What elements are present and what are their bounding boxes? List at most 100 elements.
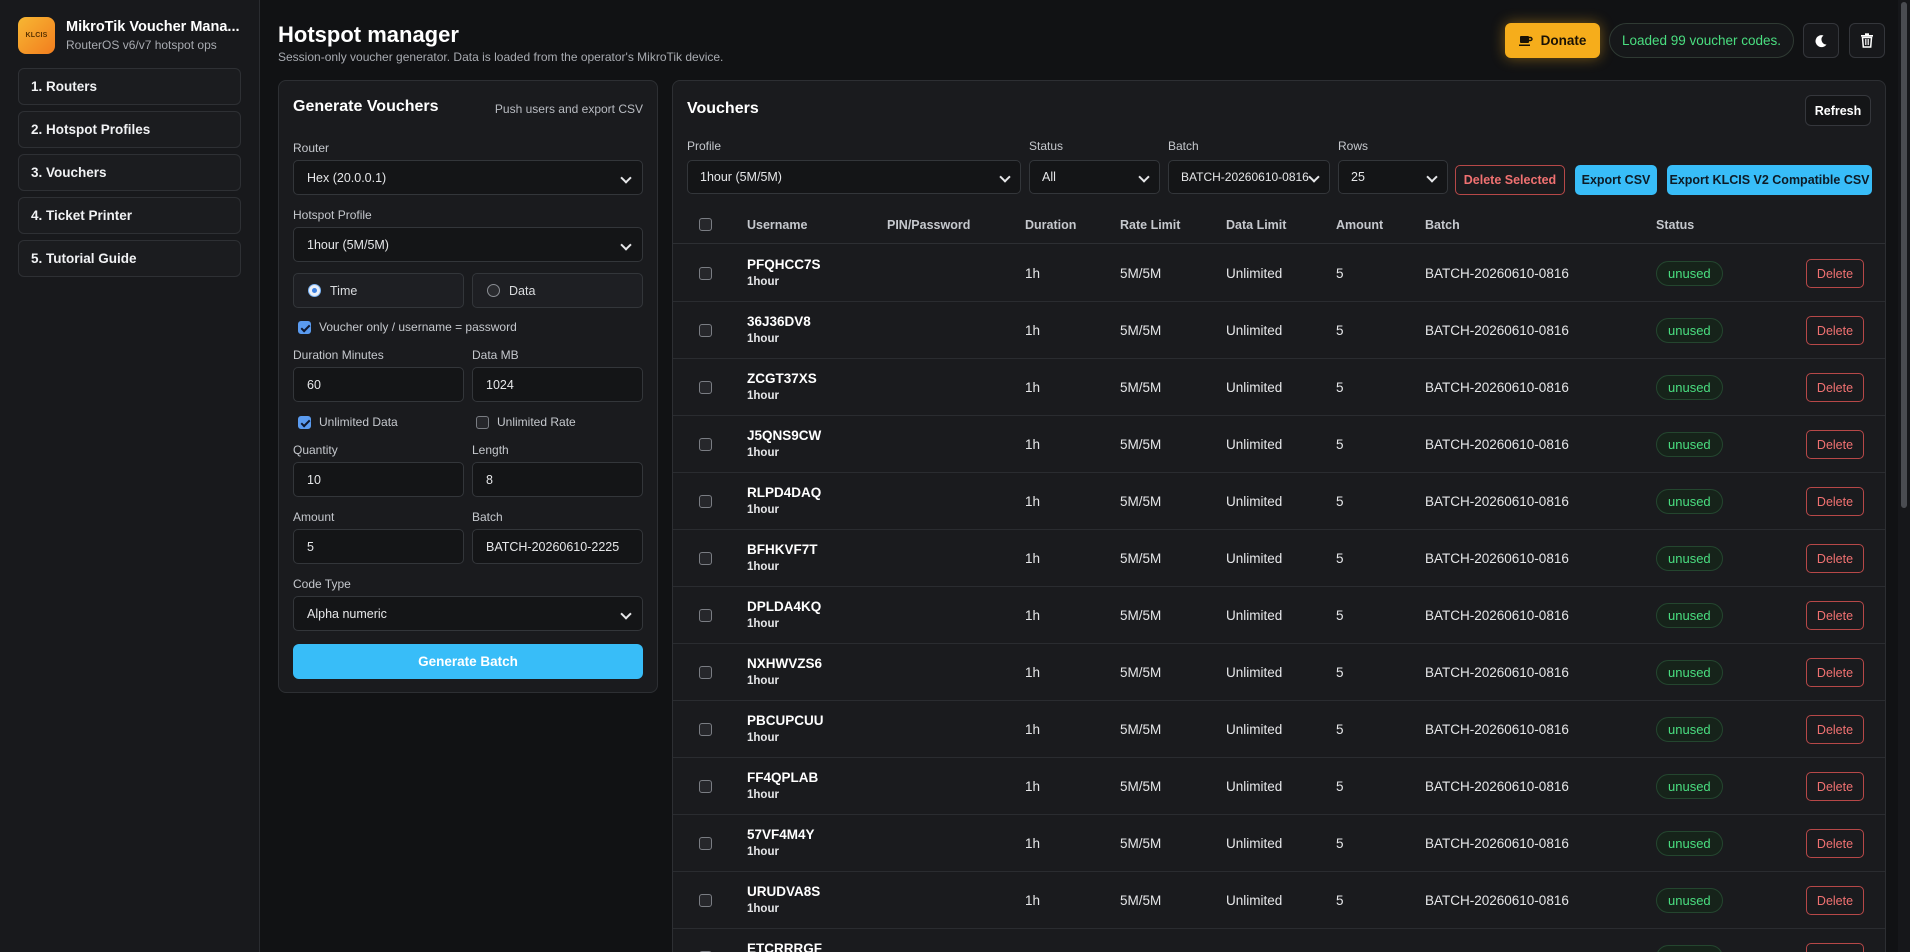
voucher-amount: 5	[1336, 893, 1344, 908]
clear-data-button[interactable]	[1849, 23, 1885, 58]
duration-input[interactable]: 60	[293, 367, 464, 402]
col-username[interactable]: Username	[747, 218, 807, 232]
row-checkbox[interactable]	[699, 552, 712, 565]
mode-time-label: Time	[330, 283, 358, 298]
vouchers-title: Vouchers	[687, 100, 759, 117]
col-batch[interactable]: Batch	[1425, 218, 1460, 232]
sidebar-item-hotspot-profiles[interactable]: 2. Hotspot Profiles	[18, 111, 241, 148]
length-input[interactable]: 8	[472, 462, 643, 497]
voucher-profile: 1hour	[747, 846, 779, 858]
donate-button[interactable]: Donate	[1505, 23, 1600, 58]
row-checkbox[interactable]	[699, 381, 712, 394]
table-row: PFQHCC7S 1hour 1h 5M/5M Unlimited 5 BATCH-2026…	[673, 245, 1885, 302]
status-badge: unused	[1656, 774, 1723, 799]
quantity-label: Quantity	[293, 443, 338, 457]
export-klcis-csv-button[interactable]: Export KLCIS V2 Compatible CSV	[1667, 165, 1872, 195]
delete-voucher-button[interactable]: Delete	[1806, 715, 1864, 744]
table-row: BFHKVF7T 1hour 1h 5M/5M Unlimited 5 BATCH-2026…	[673, 530, 1885, 587]
sidebar-item-ticket-printer[interactable]: 4. Ticket Printer	[18, 197, 241, 234]
filter-status-select[interactable]: All	[1029, 160, 1160, 194]
data-mb-input[interactable]: 1024	[472, 367, 643, 402]
row-checkbox[interactable]	[699, 267, 712, 280]
row-checkbox[interactable]	[699, 609, 712, 622]
delete-voucher-button[interactable]: Delete	[1806, 373, 1864, 402]
voucher-data-limit: Unlimited	[1226, 893, 1283, 908]
row-checkbox[interactable]	[699, 666, 712, 679]
trash-icon	[1861, 33, 1873, 48]
hotspot-profile-select[interactable]: 1hour (5M/5M)	[293, 227, 643, 262]
delete-voucher-button[interactable]: Delete	[1806, 658, 1864, 687]
delete-voucher-button[interactable]: Delete	[1806, 487, 1864, 516]
delete-voucher-button[interactable]: Delete	[1806, 544, 1864, 573]
row-checkbox[interactable]	[699, 438, 712, 451]
voucher-data-limit: Unlimited	[1226, 551, 1283, 566]
row-checkbox[interactable]	[699, 837, 712, 850]
col-rate-limit[interactable]: Rate Limit	[1120, 218, 1180, 232]
delete-voucher-button[interactable]: Delete	[1806, 316, 1864, 345]
checkbox-unchecked-icon	[476, 415, 489, 429]
col-duration[interactable]: Duration	[1025, 218, 1076, 232]
voucher-data-limit: Unlimited	[1226, 608, 1283, 623]
sidebar-item-vouchers[interactable]: 3. Vouchers	[18, 154, 241, 191]
col-pin-password[interactable]: PIN/Password	[887, 218, 970, 232]
filter-profile-select[interactable]: 1hour (5M/5M)	[687, 160, 1021, 194]
delete-voucher-button[interactable]: Delete	[1806, 430, 1864, 459]
generate-vouchers-panel: Generate Vouchers Push users and export …	[278, 80, 658, 693]
col-status[interactable]: Status	[1656, 218, 1694, 232]
voucher-rate-limit: 5M/5M	[1120, 323, 1162, 338]
voucher-batch: BATCH-20260610-0816	[1425, 722, 1569, 737]
status-badge: unused	[1656, 888, 1723, 913]
mode-time-radio[interactable]: Time	[293, 273, 464, 308]
voucher-username: RLPD4DAQ	[747, 485, 822, 500]
delete-voucher-button[interactable]: Delete	[1806, 259, 1864, 288]
refresh-button[interactable]: Refresh	[1805, 95, 1871, 126]
delete-voucher-button[interactable]: Delete	[1806, 886, 1864, 915]
row-checkbox[interactable]	[699, 324, 712, 337]
table-header: Username PIN/Password Duration Rate Limi…	[673, 205, 1885, 244]
batch-input[interactable]: BATCH-20260610-2225	[472, 529, 643, 564]
delete-voucher-button[interactable]: Delete	[1806, 601, 1864, 630]
row-checkbox[interactable]	[699, 723, 712, 736]
select-all-checkbox[interactable]	[699, 218, 712, 231]
row-checkbox[interactable]	[699, 495, 712, 508]
voucher-batch: BATCH-20260610-0816	[1425, 266, 1569, 281]
voucher-batch: BATCH-20260610-0816	[1425, 494, 1569, 509]
app-logo: KLCIS	[18, 17, 55, 54]
row-checkbox[interactable]	[699, 894, 712, 907]
voucher-rate-limit: 5M/5M	[1120, 779, 1162, 794]
filter-rows-select[interactable]: 25	[1338, 160, 1448, 194]
amount-label: Amount	[293, 510, 335, 524]
voucher-only-checkbox[interactable]: Voucher only / username = password	[298, 320, 517, 334]
voucher-profile: 1hour	[747, 732, 779, 744]
sidebar-item-routers[interactable]: 1. Routers	[18, 68, 241, 105]
router-label: Router	[293, 141, 330, 155]
unlimited-data-label: Unlimited Data	[319, 415, 398, 429]
unlimited-data-checkbox[interactable]: Unlimited Data	[298, 415, 398, 429]
amount-input[interactable]: 5	[293, 529, 464, 564]
quantity-input[interactable]: 10	[293, 462, 464, 497]
router-select[interactable]: Hex (20.0.0.1)	[293, 160, 643, 195]
status-badge: unused	[1656, 546, 1723, 571]
code-type-select[interactable]: Alpha numeric	[293, 596, 643, 631]
theme-toggle-button[interactable]	[1803, 23, 1839, 58]
delete-voucher-button[interactable]: Delete	[1806, 943, 1864, 952]
voucher-username: FF4QPLAB	[747, 770, 819, 785]
export-csv-button[interactable]: Export CSV	[1575, 165, 1657, 195]
voucher-duration: 1h	[1025, 779, 1041, 794]
generate-batch-button[interactable]: Generate Batch	[293, 644, 643, 679]
voucher-username: URUDVA8S	[747, 884, 821, 899]
filter-batch-select[interactable]: BATCH-20260610-0816	[1168, 160, 1330, 194]
delete-voucher-button[interactable]: Delete	[1806, 829, 1864, 858]
sidebar-item-tutorial-guide[interactable]: 5. Tutorial Guide	[18, 240, 241, 277]
delete-selected-button[interactable]: Delete Selected	[1455, 165, 1565, 195]
col-amount[interactable]: Amount	[1336, 218, 1383, 232]
col-data-limit[interactable]: Data Limit	[1226, 218, 1286, 232]
row-checkbox[interactable]	[699, 780, 712, 793]
mode-data-label: Data	[509, 283, 536, 298]
scrollbar-thumb[interactable]	[1901, 2, 1907, 508]
voucher-username: NXHWVZS6	[747, 656, 823, 671]
mode-data-radio[interactable]: Data	[472, 273, 643, 308]
unlimited-rate-checkbox[interactable]: Unlimited Rate	[476, 415, 576, 429]
delete-voucher-button[interactable]: Delete	[1806, 772, 1864, 801]
page-scrollbar[interactable]	[1898, 0, 1910, 952]
